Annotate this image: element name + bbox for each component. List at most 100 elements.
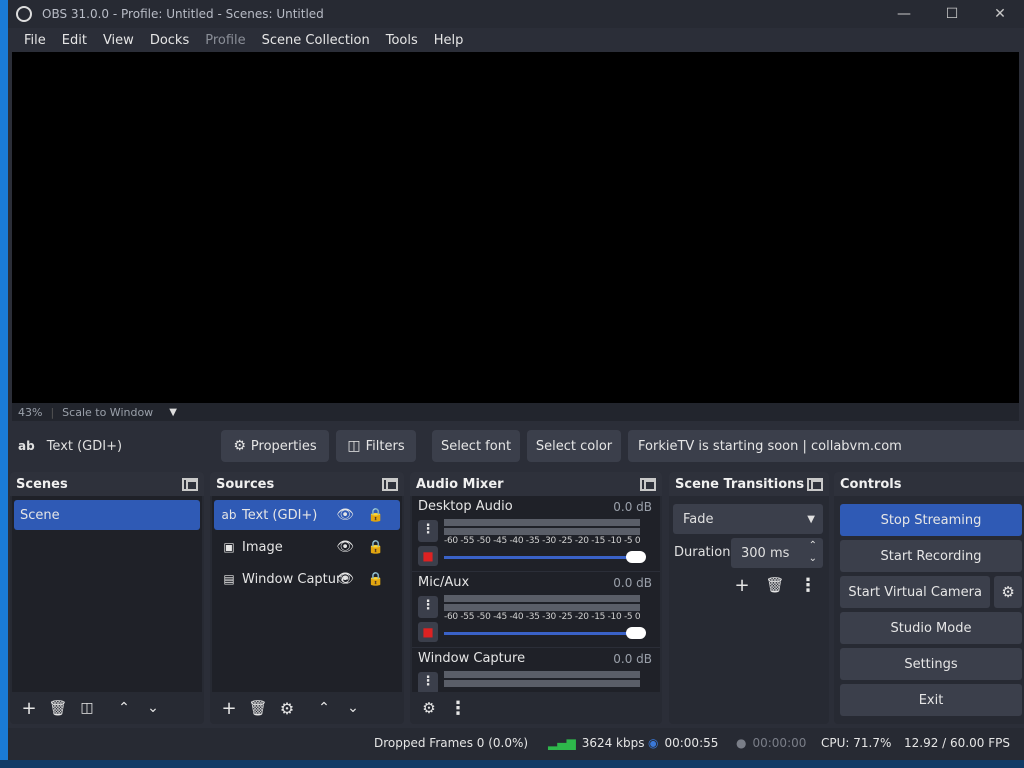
- obs-logo-icon: [16, 6, 32, 22]
- volume-meter: [444, 519, 640, 526]
- kebab-menu-icon[interactable]: ⋮: [418, 520, 438, 542]
- filter-icon: ◫: [347, 438, 361, 454]
- kebab-menu-icon[interactable]: ⋮: [445, 695, 471, 721]
- advanced-audio-gear-icon[interactable]: ⚙: [416, 695, 442, 721]
- filters-button[interactable]: ◫ Filters: [336, 430, 416, 462]
- speaker-muted-icon[interactable]: ■: [418, 546, 438, 566]
- trash-icon[interactable]: 🗑: [245, 695, 271, 721]
- select-color-button[interactable]: Select color: [527, 430, 621, 462]
- lock-icon[interactable]: 🔒: [368, 572, 384, 587]
- lock-icon[interactable]: 🔒: [368, 508, 384, 523]
- lock-icon[interactable]: 🔒: [368, 540, 384, 555]
- start-recording-button[interactable]: Start Recording: [840, 540, 1022, 572]
- undock-icon[interactable]: [640, 477, 656, 491]
- cpu-usage: CPU: 71.7%: [821, 736, 892, 750]
- undock-icon[interactable]: [382, 477, 398, 491]
- source-item[interactable]: ab Text (GDI+) 👁 🔒: [214, 500, 400, 530]
- scene-filters-icon[interactable]: ◫: [74, 695, 100, 721]
- trash-icon[interactable]: 🗑: [762, 572, 788, 598]
- volume-slider[interactable]: [444, 551, 646, 563]
- source-toolbar: ab Text (GDI+) ⚙ Properties ◫ Filters Se…: [8, 425, 1024, 467]
- source-item[interactable]: ▤ Window Capture 👁 🔒: [214, 564, 400, 594]
- kebab-menu-icon[interactable]: ⋮: [418, 672, 438, 692]
- preview-canvas[interactable]: [12, 52, 1019, 403]
- sources-dock: Sources ab Text (GDI+) 👁 🔒 ▣ Image 👁 🔒 ▤…: [210, 472, 404, 724]
- selected-source: ab Text (GDI+): [18, 439, 218, 454]
- menu-edit[interactable]: Edit: [54, 33, 95, 48]
- chevron-down-icon[interactable]: ⌄: [340, 695, 366, 721]
- spin-arrows-icon[interactable]: ⌃ ⌄: [809, 539, 817, 565]
- kebab-menu-icon[interactable]: ⋮: [418, 596, 438, 618]
- gear-icon[interactable]: ⚙: [274, 695, 300, 721]
- fps-status: 12.92 / 60.00 FPS: [904, 736, 1010, 750]
- kebab-menu-icon[interactable]: ⋮: [795, 572, 821, 598]
- chevron-up-icon[interactable]: ⌃: [311, 695, 337, 721]
- add-icon[interactable]: +: [216, 695, 242, 721]
- volume-meter: [444, 671, 640, 678]
- menu-help[interactable]: Help: [426, 33, 472, 48]
- minimize-button[interactable]: —: [880, 0, 928, 28]
- eye-icon[interactable]: 👁: [336, 571, 354, 587]
- scale-mode[interactable]: Scale to Window: [62, 406, 153, 419]
- menu-tools[interactable]: Tools: [378, 33, 426, 48]
- settings-button[interactable]: Settings: [840, 648, 1022, 680]
- source-item[interactable]: ▣ Image 👁 🔒: [214, 532, 400, 562]
- add-icon[interactable]: +: [16, 695, 42, 721]
- transitions-title: Scene Transitions: [675, 476, 805, 492]
- mixer-title: Audio Mixer: [416, 476, 504, 492]
- mixer-channel: Window Capture 0.0 dB ⋮: [412, 648, 660, 692]
- menu-view[interactable]: View: [95, 33, 142, 48]
- volume-meter: [444, 680, 640, 687]
- menu-scene-collection[interactable]: Scene Collection: [254, 33, 378, 48]
- bitrate-status: ▂▄▆ 3624 kbps: [548, 736, 645, 750]
- trash-icon[interactable]: 🗑: [45, 695, 71, 721]
- window-icon: ▤: [223, 572, 235, 586]
- meter-scale: -60 -55 -50 -45 -40 -35 -30 -25 -20 -15 …: [444, 536, 641, 546]
- select-font-button[interactable]: Select font: [432, 430, 520, 462]
- properties-button[interactable]: ⚙ Properties: [221, 430, 329, 462]
- image-icon: ▣: [223, 540, 235, 554]
- menu-profile[interactable]: Profile: [197, 33, 253, 48]
- volume-slider[interactable]: [444, 627, 646, 639]
- duration-spinbox[interactable]: 300 ms ⌃ ⌄: [731, 538, 823, 568]
- status-bar: Dropped Frames 0 (0.0%) ▂▄▆ 3624 kbps ◉ …: [8, 728, 1024, 760]
- transition-select[interactable]: Fade ▼: [673, 504, 823, 534]
- menu-docks[interactable]: Docks: [142, 33, 197, 48]
- zoom-percent: 43%: [18, 405, 43, 419]
- studio-mode-button[interactable]: Studio Mode: [840, 612, 1022, 644]
- gear-icon: ⚙: [233, 438, 246, 454]
- obs-window: OBS 31.0.0 - Profile: Untitled - Scenes:…: [0, 0, 1024, 768]
- duration-label: Duration: [674, 545, 731, 560]
- eye-icon[interactable]: 👁: [336, 507, 354, 523]
- undock-icon[interactable]: [182, 477, 198, 491]
- volume-meter: [444, 595, 640, 602]
- chevron-up-icon[interactable]: ⌃: [111, 695, 137, 721]
- undock-icon[interactable]: [807, 477, 823, 491]
- menu-file[interactable]: File: [16, 33, 54, 48]
- mixer-channel: Desktop Audio 0.0 dB ⋮ -60 -55 -50 -45 -…: [412, 496, 660, 572]
- speaker-muted-icon[interactable]: ■: [418, 622, 438, 642]
- scenes-dock: Scenes Scene + 🗑 ◫ ⌃ ⌄: [10, 472, 204, 724]
- scene-item[interactable]: Scene: [14, 500, 200, 530]
- menu-bar: File Edit View Docks Profile Scene Colle…: [8, 28, 1024, 52]
- scale-bar: 43% | Scale to Window ▼: [12, 403, 1019, 421]
- record-timer: ● 00:00:00: [736, 736, 807, 750]
- stop-streaming-button[interactable]: Stop Streaming: [840, 504, 1022, 536]
- chevron-down-icon[interactable]: ▼: [169, 407, 177, 418]
- volume-meter: [444, 604, 640, 611]
- text-input[interactable]: ForkieTV is starting soon | collabvm.com: [628, 430, 1024, 462]
- record-icon: ●: [736, 736, 747, 750]
- eye-icon[interactable]: 👁: [336, 539, 354, 555]
- volume-meter: [444, 528, 640, 535]
- add-icon[interactable]: +: [729, 572, 755, 598]
- virtual-camera-gear-icon[interactable]: ⚙: [994, 576, 1022, 608]
- maximize-button[interactable]: ☐: [928, 0, 976, 28]
- exit-button[interactable]: Exit: [840, 684, 1022, 716]
- taskbar: [0, 760, 1024, 768]
- chevron-down-icon[interactable]: ⌄: [140, 695, 166, 721]
- scene-transitions-dock: Scene Transitions Fade ▼ Duration 300 ms…: [669, 472, 829, 724]
- start-virtual-camera-button[interactable]: Start Virtual Camera: [840, 576, 991, 608]
- sources-title: Sources: [216, 476, 275, 492]
- close-button[interactable]: ✕: [976, 0, 1024, 28]
- selected-source-name: Text (GDI+): [46, 438, 123, 454]
